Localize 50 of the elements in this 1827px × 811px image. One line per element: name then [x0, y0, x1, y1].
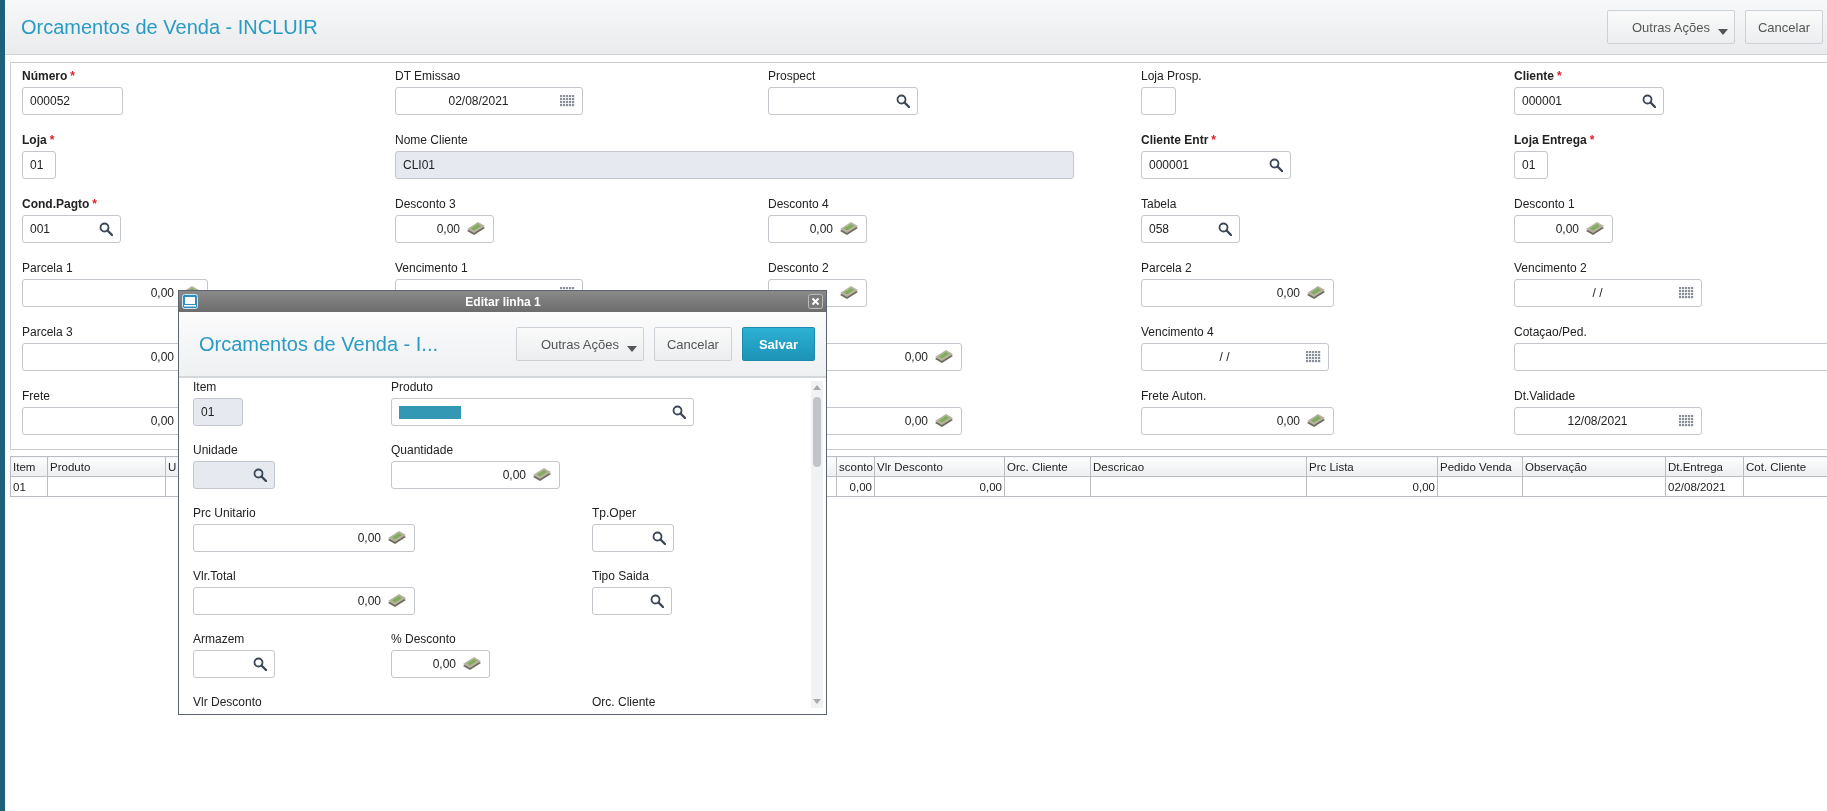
table-cell: 0,00: [836, 476, 875, 497]
field-label: Parcela 1: [22, 261, 73, 275]
field-label: Loja: [22, 133, 47, 147]
field-label: Frete Auton.: [1141, 389, 1207, 403]
required-mark: *: [1589, 133, 1595, 147]
field-label: Produto: [391, 380, 434, 394]
field-label: Vlr.Total: [193, 569, 236, 583]
field-label: Desconto 2: [768, 261, 829, 275]
required-mark: *: [70, 69, 75, 83]
required-mark: *: [1557, 69, 1562, 83]
field-label: Tipo Saida: [592, 569, 649, 583]
field-label: % Desconto: [391, 632, 456, 646]
field-label: Tabela: [1141, 197, 1177, 211]
field-label: Item: [193, 380, 217, 394]
required-mark: *: [1211, 133, 1216, 147]
field-label: Cotaçao/Ped.: [1514, 325, 1587, 339]
field-label: Armazem: [193, 632, 245, 646]
table-cell: 0,00: [1306, 476, 1438, 497]
field-label: Parcela 3: [22, 325, 73, 339]
field-label: Cond.Pagto: [22, 197, 90, 211]
field-label: Vencimento 1: [395, 261, 468, 275]
field-label: Frete: [22, 389, 50, 403]
field-label: Prospect: [768, 69, 816, 83]
field-label: Cliente Entr: [1141, 133, 1209, 147]
field-label: Tp.Oper: [592, 506, 636, 520]
required-mark: *: [49, 133, 55, 147]
field-label: Quantidade: [391, 443, 454, 457]
field-label: DT Emissao: [395, 69, 461, 83]
field-label: Desconto 4: [768, 197, 829, 211]
field-label: Cliente: [1514, 69, 1554, 83]
field-label: Desconto 3: [395, 197, 456, 211]
table-cell: 0,00: [874, 476, 1005, 497]
table-cell: 01: [10, 476, 48, 497]
page-title: Orcamentos de Venda - INCLUIR: [21, 15, 318, 39]
table-cell: 02/08/2021: [1665, 476, 1744, 497]
field-label: Vencimento 4: [1141, 325, 1214, 339]
dialog-title: Editar linha 1: [465, 294, 541, 309]
field-label: Nome Cliente: [395, 133, 468, 147]
field-label: Vencimento 2: [1514, 261, 1587, 275]
field-label: Dt.Validade: [1514, 389, 1576, 403]
field-label: Unidade: [193, 443, 238, 457]
field-label: Número: [22, 69, 68, 83]
field-label: Prc Unitario: [193, 506, 256, 520]
field-label: Vlr Desconto: [193, 695, 262, 709]
field-label: Loja Entrega: [1514, 133, 1587, 147]
field-label: Parcela 2: [1141, 261, 1192, 275]
field-label: Desconto 1: [1514, 197, 1575, 211]
field-label: Loja Prosp.: [1141, 69, 1202, 83]
required-mark: *: [92, 197, 97, 211]
field-label: Orc. Cliente: [592, 695, 656, 709]
